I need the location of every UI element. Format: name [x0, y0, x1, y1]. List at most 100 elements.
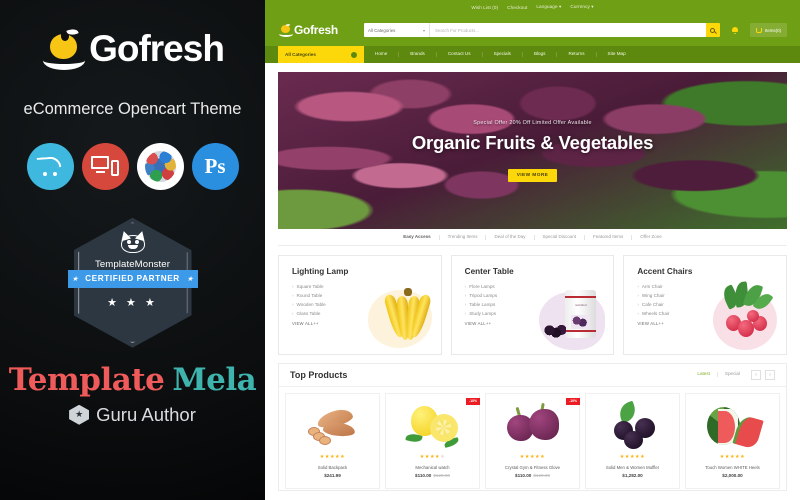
currency-dropdown[interactable]: Currency ▾ [570, 4, 593, 10]
product-grid: ★★★★★ Solid Backpack $241.99 -10% ★★★★★ … [279, 387, 786, 489]
search-input[interactable]: Search For Products... [430, 23, 706, 37]
nav-item-brands[interactable]: Brands [399, 52, 437, 57]
site-logo-text: Gofresh [294, 23, 338, 37]
product-card[interactable]: ★★★★★ Solid Men & Women Muffler $1,282.0… [585, 392, 680, 489]
hero-kicker: Special Offer 20% Off Limited Offer Avai… [473, 119, 592, 126]
quick-link-offer-zone[interactable]: Offer Zone [632, 234, 669, 240]
nav-item-specials[interactable]: Specials [483, 52, 523, 57]
promo-brand: Gofresh [41, 18, 225, 80]
search-group: All Categories ▾ Search For Products... [364, 23, 720, 37]
category-box-center-table[interactable]: Center Table Flore Lamps Tripod Lamps Ta… [450, 254, 615, 355]
product-card[interactable]: ★★★★★ Solid Backpack $241.99 [285, 392, 380, 489]
quick-link-featured-items[interactable]: Featured Items [585, 234, 633, 240]
cart-button[interactable]: Items(0) [749, 23, 787, 37]
top-products-header: Top Products Latest Special ‹ › [279, 364, 786, 387]
product-card[interactable]: -10% ★★★★★ Mechanical watch $110.00 $120.… [385, 392, 480, 489]
top-products-title: Top Products [290, 369, 348, 380]
rating-stars: ★★★★★ [719, 453, 746, 460]
certified-partner-ribbon: ★ CERTIFIED PARTNER ★ [67, 269, 198, 288]
hero-title: Organic Fruits & Vegetables [411, 131, 654, 153]
language-dropdown[interactable]: Language ▾ [536, 4, 561, 10]
red-onion-image [505, 401, 561, 451]
nav-item-returns[interactable]: Returns [557, 52, 597, 57]
multilanguage-globe-icon [136, 142, 184, 190]
category-box-accent-chairs[interactable]: Accent Chairs Arm Chair Wing Chair Cafe … [623, 254, 788, 355]
category-box-lighting-lamp[interactable]: Lighting Lamp Square Table Round Table W… [278, 254, 442, 355]
product-price: $241.99 [324, 472, 341, 478]
monster-face-icon [118, 229, 148, 254]
search-placeholder: Search For Products... [435, 27, 479, 33]
rating-stars: ★★★★★ [619, 453, 646, 460]
all-categories-button[interactable]: All Categories [278, 46, 364, 63]
guru-badge-icon: ★ [69, 404, 90, 425]
nav-item-site-map[interactable]: Site Map [597, 52, 637, 57]
templatemonster-label: TemplateMonster [94, 258, 171, 270]
bell-icon [731, 27, 738, 34]
product-card[interactable]: -10% ★★★★★ Crystal Gym & Fitness Glove $… [485, 392, 580, 489]
chevron-down-icon: ▾ [422, 27, 425, 33]
product-price: $1,282.00 [622, 472, 643, 478]
opencart-icon [26, 142, 74, 190]
promo-subtitle: eCommerce Opencart Theme [23, 100, 242, 118]
product-name: Solid Men & Women Muffler [605, 464, 660, 470]
site-logo[interactable]: Gofresh [278, 22, 356, 38]
badge-stars: ★ ★ ★ [107, 296, 158, 309]
rating-stars: ★★★★★ [319, 453, 346, 460]
site-header: Gofresh All Categories ▾ Search For Prod… [265, 14, 800, 46]
search-icon [710, 27, 716, 33]
notifications-button[interactable] [728, 23, 742, 37]
product-card[interactable]: ★★★★★ Touch Women WHITE Heels $2,000.00 [685, 392, 780, 489]
ribbon-star-right-icon: ★ [186, 275, 194, 283]
promo-panel: Gofresh eCommerce Opencart Theme Ps Temp… [0, 0, 265, 500]
template-word: Template [8, 361, 165, 398]
guru-author-label: Guru Author [96, 403, 196, 425]
sweet-potato-image [305, 401, 361, 451]
carousel-prev-button[interactable]: ‹ [751, 369, 761, 380]
apple-bowl-logo-icon [41, 26, 87, 72]
site-logo-apple-icon [278, 22, 293, 38]
product-price: $2,000.00 [722, 472, 743, 478]
mela-word: Mela [172, 361, 257, 398]
main-navigation: All Categories Home Brands Contact Us Sp… [265, 46, 800, 63]
quick-link-special-discount[interactable]: Special Discount [535, 234, 586, 240]
cart-label: Items(0) [764, 27, 781, 33]
menu-icon [351, 51, 357, 58]
blackberry-image [605, 400, 661, 451]
top-products-section: Top Products Latest Special ‹ › ★★★★★ So… [278, 362, 787, 491]
discount-badge: -10% [466, 397, 480, 405]
carousel-next-button[interactable]: › [765, 369, 775, 380]
all-categories-label: All Categories [285, 52, 316, 57]
lemon-image [404, 401, 461, 451]
category-boxes: Lighting Lamp Square Table Round Table W… [278, 254, 788, 355]
photoshop-label: Ps [204, 153, 226, 178]
nav-item-blogs[interactable]: Blogs [523, 52, 558, 57]
hero-banner[interactable]: Special Offer 20% Off Limited Offer Avai… [278, 72, 787, 229]
certified-partner-label: CERTIFIED PARTNER [85, 274, 180, 284]
product-name: Solid Backpack [317, 464, 348, 470]
feature-icon-row: Ps [26, 142, 239, 190]
tab-latest[interactable]: Latest [690, 372, 718, 377]
category-select-value: All Categories [368, 27, 396, 33]
tab-special[interactable]: Special [718, 372, 747, 377]
nav-item-home[interactable]: Home [364, 52, 400, 57]
guru-author-row: ★ Guru Author [69, 404, 196, 426]
responsive-devices-icon [81, 142, 129, 190]
quick-link-easy-access[interactable]: Easy Access [395, 234, 440, 240]
product-price: $110.00 $120.00 [415, 472, 450, 478]
nav-item-contact-us[interactable]: Contact Us [437, 52, 483, 57]
discount-badge: -10% [566, 397, 580, 405]
berry-jar-image: nutrisfort [536, 270, 608, 350]
hero-view-more-button[interactable]: VIEW MORE [507, 168, 558, 182]
nav-links: Home Brands Contact Us Specials Blogs Re… [364, 46, 637, 63]
product-name: Mechanical watch [415, 464, 450, 470]
search-button[interactable] [705, 23, 720, 37]
quick-link-trending-items[interactable]: Trending Items [440, 234, 487, 240]
wishlist-link[interactable]: Wish List (0) [471, 5, 498, 10]
website-preview: Wish List (0) Checkout Language ▾ Curren… [265, 0, 800, 500]
quick-links-bar: Easy Access Trending Items Deal of the D… [278, 234, 787, 246]
checkout-link[interactable]: Checkout [507, 5, 527, 10]
certified-partner-badge: TemplateMonster ★ CERTIFIED PARTNER ★ ★ … [67, 217, 198, 348]
cart-icon [755, 27, 762, 33]
category-select[interactable]: All Categories ▾ [364, 23, 430, 37]
quick-link-deal-of-the-day[interactable]: Deal of the Day [486, 234, 535, 240]
